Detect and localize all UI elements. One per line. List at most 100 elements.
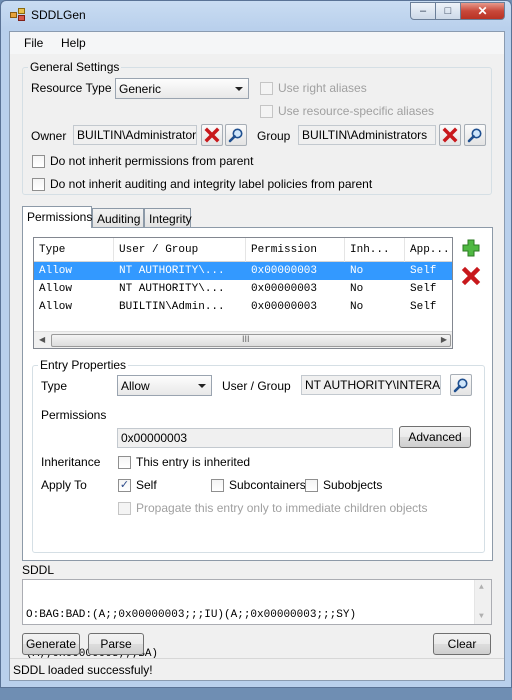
scrollbar-thumb[interactable]: III [51, 334, 451, 347]
use-right-aliases-label: Use right aliases [278, 81, 367, 95]
apply-to-label: Apply To [41, 478, 87, 492]
red-x-icon [204, 127, 220, 143]
cell-user-group: NT AUTHORITY\... [119, 283, 225, 295]
inherited-checkbox-label: This entry is inherited [136, 455, 251, 469]
cell-apply: Self [410, 301, 437, 313]
scroll-up-icon[interactable]: ▲ [479, 581, 484, 594]
cell-type: Allow [39, 283, 73, 295]
column-header-permission[interactable]: Permission [246, 238, 345, 262]
title-bar[interactable]: SDDLGen – □ ✕ [1, 1, 511, 31]
client-area: File Help General Settings Resource Type… [9, 31, 505, 681]
advanced-button[interactable]: Advanced [399, 426, 471, 448]
ace-list-header: Type User / Group Permission Inh... App.… [34, 238, 452, 262]
scroll-down-icon[interactable]: ▼ [479, 610, 484, 623]
cell-user-group: BUILTIN\Admin... [119, 301, 225, 313]
user-group-field[interactable]: NT AUTHORITY\INTERACTIVE [301, 375, 441, 395]
permissions-field[interactable]: 0x00000003 [117, 428, 393, 448]
chevron-down-icon [198, 384, 206, 388]
user-group-label: User / Group [222, 379, 291, 393]
cell-permission: 0x00000003 [251, 283, 318, 295]
no-inherit-auditing-checkbox[interactable] [32, 178, 45, 191]
table-row[interactable]: Allow BUILTIN\Admin... 0x00000003 No Sel… [34, 298, 452, 316]
horizontal-scrollbar[interactable]: ◀ III ▶ [34, 331, 452, 348]
owner-label: Owner [31, 129, 67, 143]
propagate-checkbox[interactable] [118, 502, 131, 515]
generate-button[interactable]: Generate [22, 633, 80, 655]
remove-entry-button[interactable] [460, 265, 482, 287]
ace-list[interactable]: Type User / Group Permission Inh... App.… [33, 237, 453, 349]
table-row[interactable]: Allow NT AUTHORITY\... 0x00000003 No Sel… [34, 262, 452, 280]
search-icon [228, 128, 243, 143]
menu-help[interactable]: Help [61, 36, 86, 50]
self-checkbox[interactable]: ✓ [118, 479, 131, 492]
subobjects-checkbox[interactable] [305, 479, 318, 492]
tab-auditing[interactable]: Auditing [92, 208, 144, 228]
cell-type: Allow [39, 301, 73, 313]
user-group-browse-button[interactable] [450, 374, 472, 396]
use-resource-aliases-label: Use resource-specific aliases [278, 104, 435, 118]
permissions-label: Permissions [41, 408, 107, 422]
propagate-label: Propagate this entry only to immediate c… [136, 501, 428, 515]
type-label: Type [41, 379, 68, 393]
tab-permissions[interactable]: Permissions [22, 206, 92, 228]
scroll-right-icon[interactable]: ▶ [441, 335, 447, 344]
resource-type-label: Resource Type [31, 81, 112, 95]
maximize-button[interactable]: □ [436, 2, 461, 20]
type-select[interactable]: Allow [117, 375, 212, 396]
clear-button[interactable]: Clear [433, 633, 491, 655]
group-browse-button[interactable] [464, 124, 486, 146]
no-inherit-auditing-label: Do not inherit auditing and integrity la… [50, 177, 373, 191]
column-header-apply[interactable]: App... [405, 238, 452, 262]
inherited-checkbox[interactable] [118, 456, 131, 469]
add-entry-button[interactable] [460, 237, 482, 259]
cell-permission: 0x00000003 [251, 301, 318, 313]
vertical-scrollbar[interactable]: ▲ ▼ [474, 580, 491, 624]
app-icon [10, 8, 26, 22]
permissions-panel: Type User / Group Permission Inh... App.… [22, 227, 493, 561]
owner-clear-button[interactable] [201, 124, 223, 146]
resource-type-value: Generic [119, 82, 162, 96]
menu-bar: File Help [10, 32, 504, 54]
app-window: SDDLGen – □ ✕ File Help General Settings… [0, 0, 512, 688]
red-x-icon [461, 266, 481, 286]
self-label: Self [136, 478, 157, 492]
sddl-textarea[interactable]: O:BAG:BAD:(A;;0x00000003;;;IU)(A;;0x0000… [22, 579, 492, 660]
entry-properties-label: Entry Properties [38, 358, 129, 372]
cell-inherited: No [350, 301, 364, 313]
subobjects-label: Subobjects [323, 478, 383, 492]
sddl-line-1: O:BAG:BAD:(A;;0x00000003;;;IU)(A;;0x0000… [26, 609, 357, 621]
scroll-grip-icon: III [242, 334, 250, 344]
scroll-left-icon[interactable]: ◀ [39, 335, 45, 344]
search-icon [467, 128, 482, 143]
subcontainers-label: Subcontainers [229, 478, 306, 492]
inheritance-label: Inheritance [41, 455, 101, 469]
column-header-inherited[interactable]: Inh... [345, 238, 405, 262]
column-header-user-group[interactable]: User / Group [114, 238, 246, 262]
minimize-button[interactable]: – [410, 2, 436, 20]
use-right-aliases-checkbox[interactable] [260, 82, 273, 95]
subcontainers-checkbox[interactable] [211, 479, 224, 492]
no-inherit-permissions-checkbox[interactable] [32, 155, 45, 168]
table-row[interactable]: Allow NT AUTHORITY\... 0x00000003 No Sel… [34, 280, 452, 298]
close-button[interactable]: ✕ [461, 2, 505, 20]
owner-browse-button[interactable] [225, 124, 247, 146]
cell-inherited: No [350, 283, 364, 295]
cell-apply: Self [410, 283, 437, 295]
parse-button[interactable]: Parse [88, 633, 144, 655]
green-plus-icon [462, 239, 480, 257]
status-bar: SDDL loaded successfuly! [10, 658, 504, 680]
group-field[interactable]: BUILTIN\Administrators [298, 125, 436, 145]
cell-permission: 0x00000003 [251, 265, 318, 277]
group-clear-button[interactable] [439, 124, 461, 146]
owner-field[interactable]: BUILTIN\Administrators [73, 125, 197, 145]
cell-user-group: NT AUTHORITY\... [119, 265, 225, 277]
tab-integrity[interactable]: Integrity [144, 208, 192, 228]
menu-file[interactable]: File [24, 36, 43, 50]
sddl-label: SDDL [22, 563, 55, 577]
column-header-type[interactable]: Type [34, 238, 114, 262]
general-settings-label: General Settings [28, 60, 122, 74]
resource-type-select[interactable]: Generic [115, 78, 249, 99]
no-inherit-permissions-label: Do not inherit permissions from parent [50, 154, 254, 168]
use-resource-aliases-checkbox[interactable] [260, 105, 273, 118]
cell-type: Allow [39, 265, 73, 277]
